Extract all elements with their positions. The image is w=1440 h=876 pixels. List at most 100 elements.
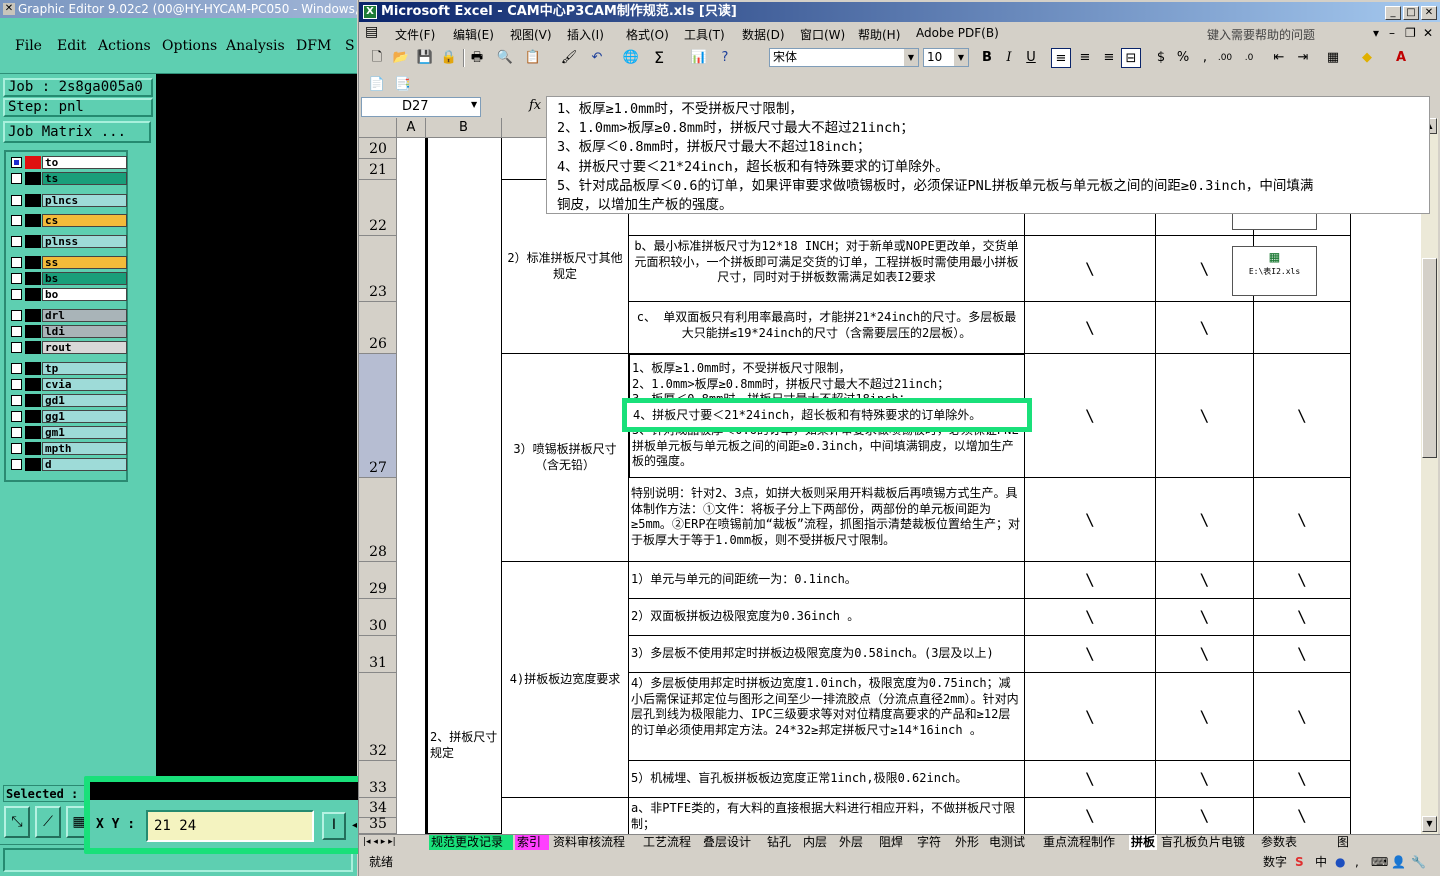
cell-c-edge[interactable]: 4)拼板板边宽度要求 (502, 562, 629, 798)
layer-affected-marker[interactable] (25, 341, 41, 354)
layer-name[interactable]: bo (42, 288, 127, 301)
cell-col6-row7[interactable]: \ (1156, 636, 1254, 673)
cell-col6-row10[interactable]: \ (1156, 798, 1254, 834)
layer-affected-marker[interactable] (25, 378, 41, 391)
cell-col5-row10[interactable]: \ (1025, 798, 1156, 834)
row-header-27[interactable]: 27 (359, 354, 397, 478)
layer-checkbox[interactable] (11, 236, 22, 247)
formula-expanded-box[interactable]: 1、板厚≥1.0mm时，不受拼板尺寸限制， 2、1.0mm>板厚≥0.8mm时，拼… (546, 96, 1430, 214)
embedded-excel-object[interactable]: ▦ E:\表I2.xls (1232, 246, 1317, 296)
cell-d-29[interactable]: 1）单元与单元的间距统一为：0.1inch。 (629, 562, 1025, 599)
layer-checkbox[interactable] (11, 342, 22, 353)
maximize-icon[interactable]: □ (1403, 6, 1419, 20)
sheet-tab[interactable]: 规范更改记录 (429, 835, 513, 850)
layer-row[interactable]: bs (8, 272, 127, 285)
menu-help-cn[interactable]: 帮助(H) (858, 26, 900, 43)
align-right-icon[interactable]: ≡ (1099, 48, 1119, 68)
increase-decimal-icon[interactable]: .00 (1215, 48, 1235, 68)
cell-col6-row8[interactable]: \ (1156, 673, 1254, 761)
sheet-tab[interactable]: 电测试 (987, 835, 1039, 850)
layer-row[interactable]: bo (8, 288, 127, 301)
layer-checkbox[interactable] (11, 379, 22, 390)
column-a-cells[interactable] (397, 138, 426, 834)
cell-col7-row2[interactable] (1254, 302, 1351, 354)
zoom-tool-icon[interactable]: ⤡ (4, 806, 30, 838)
row-header-32[interactable]: 32 (359, 673, 397, 761)
borders-icon[interactable]: ▦ (1323, 48, 1343, 68)
cell-d-32[interactable]: 4）多层板使用邦定时拼板边宽度1.0inch，极限宽度为0.75inch；减小后… (629, 673, 1025, 761)
layer-checkbox[interactable] (11, 273, 22, 284)
close-window-icon[interactable]: ✕ (1421, 6, 1437, 20)
layer-affected-marker[interactable] (25, 172, 41, 185)
xy-apply-button[interactable]: I (322, 812, 346, 840)
menu-format-cn[interactable]: 格式(O) (626, 26, 669, 43)
doc-restore-icon[interactable]: ❐ (1405, 26, 1416, 40)
layer-affected-marker[interactable] (25, 214, 41, 227)
row-header-35[interactable]: 35 (359, 816, 397, 834)
layer-affected-marker[interactable] (25, 272, 41, 285)
layer-name[interactable]: bs (42, 272, 127, 285)
cell-d-30[interactable]: 2）双面板拼板边极限宽度为0.36inch 。 (629, 599, 1025, 636)
cell-col5-row8[interactable]: \ (1025, 673, 1156, 761)
menu-window-cn[interactable]: 窗口(W) (800, 26, 845, 43)
layer-name[interactable]: gd1 (42, 394, 127, 407)
save-icon[interactable]: 💾 (415, 48, 435, 68)
cell-col5-row2[interactable]: \ (1025, 302, 1156, 354)
new-icon[interactable]: 🗋 (367, 48, 387, 68)
layer-checkbox[interactable] (11, 215, 22, 226)
layer-affected-marker[interactable] (25, 156, 41, 169)
pdf-email-icon[interactable]: 📑 (393, 75, 413, 95)
cell-col7-row6[interactable]: \ (1254, 599, 1351, 636)
cell-b-merged[interactable]: 2、拼板尺寸规定 (426, 138, 502, 834)
open-icon[interactable]: 📂 (391, 48, 411, 68)
layer-row[interactable]: cs (8, 214, 127, 227)
layer-checkbox[interactable] (11, 310, 22, 321)
sheet-tab[interactable]: 盲孔板负片电镀 (1159, 835, 1257, 850)
sheet-tab[interactable]: 索引 (515, 835, 549, 850)
sheet-tab[interactable]: 外形 (953, 835, 985, 850)
row-header-33[interactable]: 33 (359, 761, 397, 798)
layer-name[interactable]: cvia (42, 378, 127, 391)
layer-row[interactable]: drl (8, 309, 127, 322)
menu-options[interactable]: Options (162, 38, 217, 54)
layer-checkbox[interactable] (11, 395, 22, 406)
cell-col5-row6[interactable]: \ (1025, 599, 1156, 636)
doc-minimize-icon[interactable]: – (1389, 26, 1395, 40)
cell-col7-row8[interactable]: \ (1254, 673, 1351, 761)
layer-name[interactable]: to (42, 156, 127, 169)
sheet-tab[interactable]: 拼板 (1129, 835, 1157, 850)
merge-center-icon[interactable]: ⊟ (1121, 48, 1141, 68)
layer-row[interactable]: mpth (8, 442, 127, 455)
cell-col6-row9[interactable]: \ (1156, 761, 1254, 798)
layer-checkbox[interactable] (11, 363, 22, 374)
worksheet-grid[interactable]: A B 20 21 22 23 26 27 28 29 30 31 32 33 … (359, 118, 1421, 834)
doc-icon[interactable]: ▤ (365, 24, 378, 40)
ime-punct-icon[interactable]: ● (1335, 852, 1345, 872)
layer-row[interactable]: ss (8, 256, 127, 269)
layer-row[interactable]: gm1 (8, 426, 127, 439)
xy-input[interactable] (146, 810, 314, 842)
layer-row[interactable]: rout (8, 341, 127, 354)
row-header-21[interactable]: 21 (359, 159, 397, 180)
row-header-31[interactable]: 31 (359, 636, 397, 673)
layer-name[interactable]: rout (42, 341, 127, 354)
italic-icon[interactable]: I (999, 48, 1019, 68)
layer-affected-marker[interactable] (25, 458, 41, 471)
cell-col7-row7[interactable]: \ (1254, 636, 1351, 673)
cell-col6-row3[interactable]: \ (1156, 354, 1254, 478)
layer-name[interactable]: tp (42, 362, 127, 375)
job-matrix-button[interactable]: Job Matrix ... (3, 121, 151, 143)
layer-name[interactable]: ldi (42, 325, 127, 338)
name-box[interactable]: D27 (361, 97, 481, 117)
layer-affected-marker[interactable] (25, 288, 41, 301)
layer-affected-marker[interactable] (25, 235, 41, 248)
underline-icon[interactable]: U (1021, 48, 1041, 68)
layer-affected-marker[interactable] (25, 256, 41, 269)
sheet-tab[interactable]: 重点流程制作 (1041, 835, 1127, 850)
layer-affected-marker[interactable] (25, 325, 41, 338)
cell-d-31[interactable]: 3）多层板不使用邦定时拼板边极限宽度为0.58inch。(3层及以上) (629, 636, 1025, 673)
layer-name[interactable]: cs (42, 214, 127, 227)
close-icon[interactable]: ✕ (3, 3, 15, 15)
layer-name[interactable]: d (42, 458, 127, 471)
cell-c-bottom[interactable] (502, 798, 629, 834)
